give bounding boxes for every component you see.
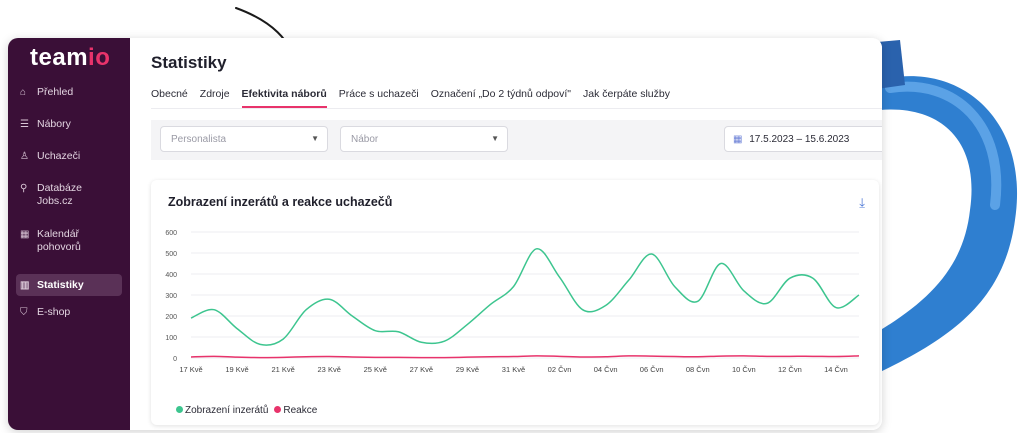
sidebar-nav: ⌂ Přehled ☰ Nábory ♙ Uchazeči ⚲ Databáze… (8, 86, 130, 338)
sidebar-item-uchazeci[interactable]: ♙ Uchazeči (8, 150, 130, 182)
calendar-icon: ▦ (20, 229, 30, 240)
sidebar-item-label: Uchazeči (37, 150, 81, 162)
legend-item-reactions[interactable]: Reakce (274, 405, 317, 416)
filter-bar: Personalista ▼ Nábor ▼ ▦ 17.5.2023 – 15.… (151, 120, 882, 160)
teamio-logo[interactable]: teamio (30, 44, 110, 72)
chart-icon: ▥ (20, 279, 30, 291)
x-tick-label: 06 Čvn (640, 365, 664, 374)
chart-legend: Zobrazení inzerátů Reakce (176, 405, 317, 416)
legend-dot-reactions (274, 406, 282, 413)
legend-label-reactions: Reakce (283, 405, 318, 416)
x-tick-label: 04 Čvn (594, 365, 618, 374)
recruiter-select-placeholder: Personalista (171, 134, 227, 145)
page-title: Statistiky (151, 53, 227, 72)
y-tick-label: 300 (165, 293, 177, 300)
date-range-picker[interactable]: ▦ 17.5.2023 – 15.6.2023 (724, 126, 882, 152)
tab-zdroje[interactable]: Zdroje (200, 88, 230, 108)
series-line-reactions (190, 355, 860, 359)
sidebar-item-label: Kalendář pohovorů (37, 228, 81, 253)
x-tick-label: 25 Kvě (364, 365, 387, 374)
tab-prace-s-uchazeci[interactable]: Práce s uchazeči (339, 88, 419, 108)
chevron-down-icon: ▼ (311, 134, 319, 143)
tab-jak-cerpate-sluzby[interactable]: Jak čerpáte služby (583, 88, 670, 108)
legend-label-views: Zobrazení inzerátů (185, 405, 269, 416)
sidebar-item-eshop[interactable]: ⛉ E-shop (8, 306, 130, 338)
chevron-down-icon: ▼ (491, 134, 499, 143)
sidebar-item-kalendar[interactable]: ▦ Kalendář pohovorů (8, 228, 130, 274)
chart-card-title: Zobrazení inzerátů a reakce uchazečů (168, 195, 393, 209)
sidebar-item-label: Databáze Jobs.cz (37, 182, 82, 207)
recruitment-select[interactable]: Nábor ▼ (340, 126, 508, 152)
y-tick-label: 0 (173, 356, 177, 363)
sidebar: teamio ⌂ Přehled ☰ Nábory ♙ Uchazeči ⚲ D… (8, 38, 130, 430)
recruitment-select-placeholder: Nábor (351, 134, 379, 145)
cart-icon: ⛉ (20, 307, 28, 318)
x-tick-label: 29 Kvě (456, 365, 479, 374)
recruiter-select[interactable]: Personalista ▼ (160, 126, 328, 152)
views-reactions-line-chart: 0 100 200 300 400 500 600 17 Kvě 19 Kvě 21 Kvě 23 … (165, 230, 860, 374)
sidebar-item-statistiky[interactable]: ▥ Statistiky (16, 274, 122, 296)
list-icon: ☰ (20, 119, 29, 130)
x-tick-label: 19 Kvě (225, 365, 248, 374)
download-icon[interactable]: ⤓ (859, 195, 865, 211)
x-tick-label: 31 Kvě (502, 365, 525, 374)
main-content: Statistiky Obecné Zdroje Efektivita nábo… (130, 38, 882, 430)
sidebar-item-label: Statistiky (37, 278, 84, 291)
y-tick-label: 200 (165, 314, 177, 321)
date-range-value: 17.5.2023 – 15.6.2023 (749, 134, 850, 145)
person-icon: ♙ (20, 151, 29, 162)
tab-obecne[interactable]: Obecné (151, 88, 188, 108)
sidebar-item-label: Nábory (37, 118, 71, 130)
tab-efektivita-naboru[interactable]: Efektivita náborů (241, 88, 327, 108)
sidebar-item-prehled[interactable]: ⌂ Přehled (8, 86, 130, 118)
x-tick-label: 02 Čvn (548, 365, 572, 374)
x-tick-label: 08 Čvn (686, 365, 710, 374)
x-tick-label: 10 Čvn (732, 365, 756, 374)
x-tick-label: 17 Kvě (179, 365, 202, 374)
app-window: teamio ⌂ Přehled ☰ Nábory ♙ Uchazeči ⚲ D… (8, 38, 882, 430)
legend-item-views[interactable]: Zobrazení inzerátů (176, 405, 268, 416)
sidebar-item-label: E-shop (37, 306, 71, 318)
tab-bar: Obecné Zdroje Efektivita náborů Práce s … (151, 88, 670, 108)
y-tick-label: 600 (165, 230, 177, 237)
database-icon: ⚲ (20, 183, 28, 194)
series-line-views (190, 248, 860, 346)
sidebar-item-nabory[interactable]: ☰ Nábory (8, 118, 130, 150)
y-tick-label: 100 (165, 335, 177, 342)
x-tick-label: 21 Kvě (271, 365, 294, 374)
chart-card: Zobrazení inzerátů a reakce uchazečů ⤓ 0… (151, 180, 879, 425)
y-tick-label: 500 (165, 251, 177, 258)
x-tick-label: 12 Čvn (778, 365, 802, 374)
sidebar-item-databaze[interactable]: ⚲ Databáze Jobs.cz (8, 182, 130, 228)
x-tick-label: 27 Kvě (410, 365, 433, 374)
tab-oznaceni-do-2-tydnu[interactable]: Označení „Do 2 týdnů odpoví" (431, 88, 571, 108)
x-tick-label: 23 Kvě (318, 365, 341, 374)
home-icon: ⌂ (20, 87, 27, 98)
calendar-icon: ▦ (733, 134, 743, 145)
sidebar-item-label: Přehled (37, 86, 74, 98)
y-tick-label: 400 (165, 272, 177, 279)
legend-dot-views (176, 406, 183, 413)
x-tick-label: 14 Čvn (824, 365, 848, 374)
tab-divider (151, 108, 882, 109)
